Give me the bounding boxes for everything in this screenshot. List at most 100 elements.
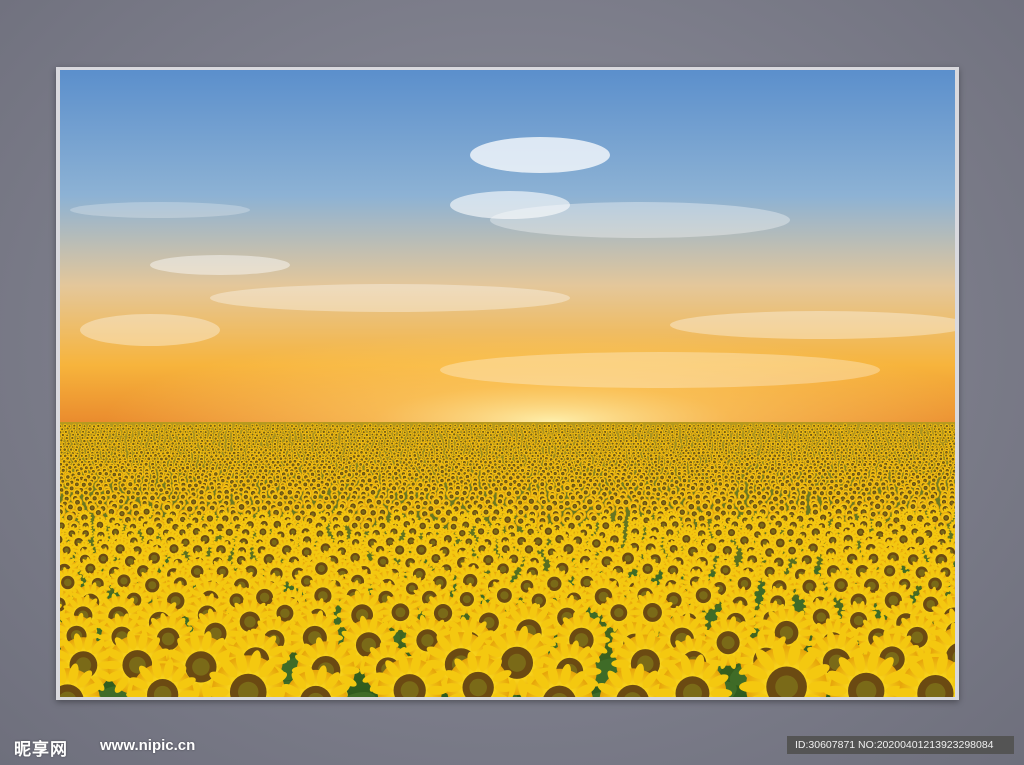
sunflower	[734, 438, 740, 444]
sunflower	[435, 433, 440, 437]
sunflower	[173, 447, 178, 452]
sunflower	[608, 444, 613, 449]
sunflower	[453, 423, 457, 428]
sunflower	[585, 423, 590, 428]
sunflower	[133, 432, 138, 437]
sunflower	[255, 426, 261, 431]
sunflower	[390, 441, 395, 446]
sunflower	[815, 427, 820, 431]
sunflower	[75, 432, 81, 437]
sunflower	[154, 435, 159, 440]
sunflower	[126, 426, 131, 431]
sunflower	[269, 432, 274, 437]
sunflower	[710, 477, 717, 484]
sunflower	[515, 507, 526, 518]
sunflower	[379, 441, 384, 446]
sunflower	[538, 426, 542, 431]
sunflower	[497, 453, 502, 458]
sunflower	[530, 438, 536, 443]
sunflower	[104, 435, 109, 440]
sunflower	[562, 423, 567, 429]
sunflower	[529, 432, 534, 437]
sunflower	[102, 470, 110, 478]
nipic-url[interactable]: www.nipic.cn	[100, 737, 195, 754]
sunflower	[340, 432, 345, 437]
sunflower	[384, 446, 390, 452]
sunflower	[184, 444, 189, 449]
sunflower	[91, 427, 96, 431]
sunflower	[222, 426, 228, 432]
sunflower	[264, 432, 269, 437]
sunflower	[488, 423, 493, 428]
sunflower	[319, 435, 324, 440]
sunflower	[744, 429, 748, 434]
sunflower	[278, 435, 284, 440]
sunflower	[180, 432, 185, 437]
sunflower	[600, 435, 604, 440]
sunflower	[168, 429, 173, 434]
sunflower	[416, 426, 421, 431]
sunflower	[719, 450, 725, 455]
sunflower	[461, 441, 466, 446]
sunflower	[544, 429, 549, 434]
sunflower	[299, 423, 305, 429]
sunflower	[145, 423, 150, 428]
picture-frame	[56, 67, 959, 700]
sunflower	[212, 423, 217, 428]
sunflower	[665, 441, 671, 446]
sunflower	[255, 442, 260, 447]
sunflower	[642, 430, 647, 435]
sunflower	[506, 432, 511, 437]
sunflower	[914, 441, 919, 446]
sunflower	[400, 426, 405, 431]
sunflower	[334, 435, 338, 440]
sunflower	[95, 427, 100, 432]
sunflower	[770, 436, 775, 441]
sunflower	[799, 426, 804, 431]
sunflower	[198, 429, 203, 434]
sunflower	[178, 447, 183, 452]
sunflower	[410, 426, 416, 431]
sunflower	[194, 430, 199, 434]
sunflower	[121, 426, 126, 431]
sunflower	[780, 424, 784, 429]
sunflower	[754, 432, 759, 437]
sunflower	[310, 429, 314, 434]
sunflower	[678, 423, 683, 428]
sunflower	[736, 450, 741, 455]
sunflower	[649, 429, 653, 434]
sunflower	[879, 441, 884, 446]
sunflower	[696, 423, 701, 428]
sunflower	[290, 438, 295, 443]
sunflower	[715, 427, 719, 431]
sunflower	[664, 429, 668, 434]
sunflower	[110, 447, 115, 452]
sunflower	[96, 423, 101, 429]
sunflower	[338, 426, 343, 431]
sunflower	[472, 426, 477, 431]
sunflower	[386, 426, 390, 431]
sunflower	[794, 429, 800, 434]
sunflower	[392, 429, 397, 434]
sunflower	[950, 423, 955, 428]
sunflower	[314, 423, 319, 428]
sunflower	[477, 432, 482, 437]
sunflower	[280, 423, 284, 428]
sunflower	[847, 427, 852, 431]
image-id-label: ID:30607871 NO:20200401213923298084	[787, 736, 1014, 754]
sunflower	[199, 443, 205, 449]
sunflower	[916, 430, 921, 435]
sunflower	[351, 458, 358, 464]
sunflower	[242, 427, 246, 431]
sunflower	[539, 430, 543, 434]
sunflower	[866, 435, 871, 440]
sunflower	[792, 435, 797, 440]
sunflower	[843, 444, 849, 449]
sunflower	[863, 426, 867, 431]
sunflower	[652, 433, 657, 437]
sunflower	[365, 427, 370, 431]
sunflower	[481, 429, 486, 434]
sunflower	[571, 430, 575, 434]
sunflower	[408, 432, 413, 437]
sunflower	[852, 441, 857, 446]
